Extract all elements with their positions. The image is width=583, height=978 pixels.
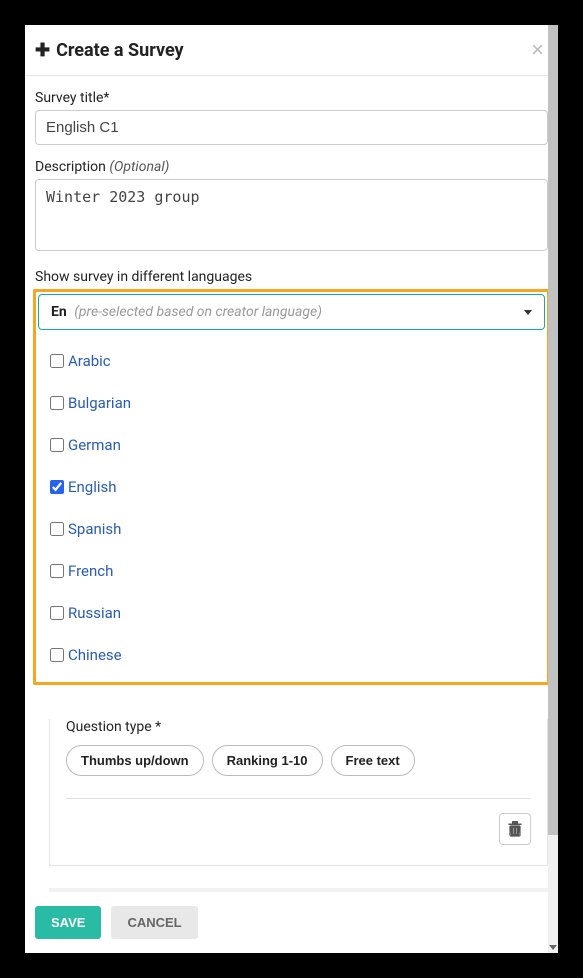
- language-group: Show survey in different languages: [35, 269, 548, 285]
- language-highlight-box: En (pre-selected based on creator langua…: [33, 289, 550, 685]
- language-option[interactable]: Arabic: [50, 340, 533, 382]
- language-checkbox[interactable]: [50, 564, 64, 578]
- language-checkbox[interactable]: [50, 522, 64, 536]
- question-type-pill[interactable]: Ranking 1-10: [212, 745, 323, 776]
- question-type-pill[interactable]: Thumbs up/down: [66, 745, 204, 776]
- language-option-label: French: [68, 562, 113, 580]
- description-label-text: Description: [35, 159, 106, 175]
- description-label: Description (Optional): [35, 159, 548, 175]
- language-option-label: Arabic: [68, 352, 111, 370]
- survey-title-group: Survey title*: [35, 90, 548, 145]
- scroll-down-icon: [549, 945, 557, 950]
- scrollbar-thumb[interactable]: [548, 25, 558, 835]
- close-button[interactable]: ×: [531, 39, 544, 61]
- close-icon: ×: [531, 37, 544, 62]
- trash-row: [66, 813, 531, 845]
- language-label: Show survey in different languages: [35, 269, 548, 285]
- question-card: Question type * Thumbs up/down Ranking 1-…: [49, 719, 548, 866]
- language-select-hint: (pre-selected based on creator language): [74, 304, 322, 320]
- language-checkbox[interactable]: [50, 648, 64, 662]
- plus-icon: ✚: [35, 40, 50, 61]
- description-optional: (Optional): [109, 159, 169, 175]
- language-option[interactable]: French: [50, 550, 533, 592]
- language-checkbox[interactable]: [50, 606, 64, 620]
- language-checkbox[interactable]: [50, 438, 64, 452]
- language-option-label: Bulgarian: [68, 394, 131, 412]
- language-option-label: Chinese: [68, 646, 122, 664]
- language-option-label: English: [68, 478, 117, 496]
- language-option-label: German: [68, 436, 121, 454]
- description-group: Description (Optional): [35, 159, 548, 255]
- scrollbar[interactable]: [548, 25, 558, 953]
- trash-icon: [508, 821, 522, 837]
- language-select[interactable]: En (pre-selected based on creator langua…: [38, 294, 545, 330]
- survey-title-label: Survey title*: [35, 90, 548, 106]
- question-type-label: Question type *: [66, 719, 531, 735]
- language-checkbox[interactable]: [50, 354, 64, 368]
- cancel-button[interactable]: CANCEL: [111, 906, 197, 939]
- survey-title-input[interactable]: [35, 110, 548, 145]
- language-option[interactable]: Chinese: [50, 634, 533, 676]
- language-option-label: Russian: [68, 604, 121, 622]
- language-option-label: Spanish: [68, 520, 121, 538]
- language-checkbox[interactable]: [50, 396, 64, 410]
- language-selected-value: En: [51, 304, 67, 320]
- question-type-pill[interactable]: Free text: [331, 745, 415, 776]
- language-checkbox[interactable]: [50, 480, 64, 494]
- question-type-options: Thumbs up/down Ranking 1-10 Free text: [66, 745, 531, 776]
- create-survey-modal: ✚ Create a Survey × Survey title* Descri…: [25, 25, 558, 953]
- language-option[interactable]: English: [50, 466, 533, 508]
- language-option[interactable]: Bulgarian: [50, 382, 533, 424]
- save-button[interactable]: SAVE: [35, 906, 101, 939]
- language-option[interactable]: German: [50, 424, 533, 466]
- modal-header: ✚ Create a Survey ×: [25, 25, 558, 76]
- description-input[interactable]: [35, 179, 548, 251]
- question-type-section: Question type * Thumbs up/down Ranking 1-…: [66, 719, 531, 845]
- language-select-text: En (pre-selected based on creator langua…: [51, 304, 322, 320]
- delete-question-button[interactable]: [499, 813, 531, 845]
- modal-body: Survey title* Description (Optional) Sho…: [25, 76, 558, 699]
- chevron-down-icon: [524, 310, 532, 315]
- language-option[interactable]: Spanish: [50, 508, 533, 550]
- divider: [66, 798, 531, 799]
- modal-footer: SAVE CANCEL: [25, 892, 548, 953]
- modal-title-text: Create a Survey: [56, 40, 184, 61]
- language-option[interactable]: Russian: [50, 592, 533, 634]
- modal-title: ✚ Create a Survey: [35, 40, 184, 61]
- language-list: Arabic Bulgarian German English Spanish Frenc…: [38, 330, 545, 680]
